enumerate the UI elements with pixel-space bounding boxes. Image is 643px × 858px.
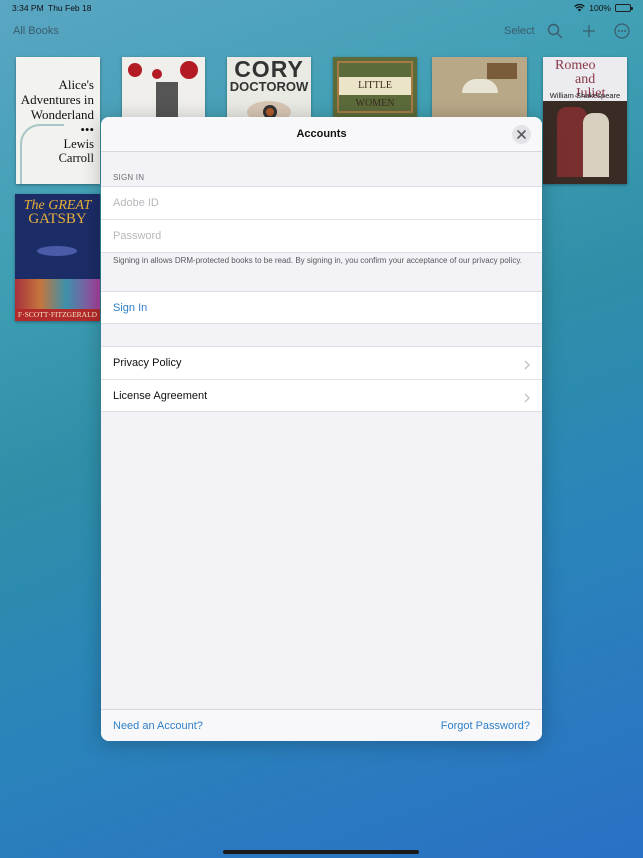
nav-bar: All Books Select: [0, 16, 643, 46]
chevron-right-icon: [524, 390, 530, 408]
modal-footer: Need an Account? Forgot Password?: [101, 709, 542, 741]
splatter: [180, 61, 198, 79]
need-account-link[interactable]: Need an Account?: [113, 720, 203, 732]
book-little-women[interactable]: LITTLE WOMEN: [333, 57, 417, 117]
book-alice-in-wonderland[interactable]: Alice's Adventures in Wonderland ••• Lew…: [16, 57, 100, 184]
book-title: CORY: [234, 57, 304, 82]
status-date: Thu Feb 18: [48, 3, 92, 13]
accounts-modal: Accounts SIGN IN Signing in allows DRM-p…: [101, 117, 542, 741]
license-agreement-row[interactable]: License Agreement: [101, 379, 542, 411]
close-button[interactable]: [512, 125, 531, 144]
nav-title[interactable]: All Books: [13, 25, 59, 37]
book-red-cover[interactable]: [122, 57, 205, 117]
house-illustration: [487, 63, 517, 79]
sign-in-fields: [101, 186, 542, 253]
home-indicator[interactable]: [223, 850, 419, 854]
legal-list: Privacy Policy License Agreement: [101, 346, 542, 412]
book-great-gatsby[interactable]: The GREAT GATSBY F·SCOTT·FITZGERALD: [15, 194, 100, 321]
figure-illustration: [583, 113, 609, 177]
select-button[interactable]: Select: [504, 25, 535, 37]
pupil-illustration: [263, 105, 277, 117]
sign-in-button[interactable]: Sign In: [101, 291, 542, 324]
city-illustration: [15, 279, 100, 309]
plus-icon[interactable]: [580, 22, 598, 40]
book-parasol-cover[interactable]: [432, 57, 527, 117]
book-romeo-and-juliet[interactable]: Romeo and Juliet William Shakespeare: [543, 57, 627, 184]
book-title: LITTLE WOMEN: [339, 77, 411, 109]
wifi-icon: [574, 4, 586, 12]
modal-header: Accounts: [101, 117, 542, 152]
modal-title: Accounts: [296, 128, 347, 140]
privacy-policy-row[interactable]: Privacy Policy: [101, 347, 542, 379]
section-label-sign-in: SIGN IN: [113, 173, 145, 182]
tower-illustration: [156, 82, 178, 117]
eyes-illustration: [37, 246, 77, 256]
splatter: [128, 63, 142, 77]
book-author: William Shakespeare: [549, 91, 621, 100]
license-agreement-label: License Agreement: [113, 390, 208, 402]
privacy-policy-label: Privacy Policy: [113, 357, 182, 369]
book-author: Lewis Carroll: [58, 137, 94, 165]
parasol-illustration: [462, 79, 498, 93]
book-subtitle: DOCTOROW: [229, 79, 309, 94]
sign-in-label: Sign In: [113, 302, 148, 314]
book-subtitle: GATSBY: [28, 211, 87, 227]
status-bar: 3:34 PM Thu Feb 18 100%: [0, 0, 643, 16]
battery-percent: 100%: [589, 3, 611, 13]
more-icon[interactable]: [613, 22, 631, 40]
book-author: F·SCOTT·FITZGERALD: [15, 309, 100, 321]
battery-icon: [615, 4, 633, 12]
close-icon: [517, 126, 526, 144]
password-input[interactable]: [101, 220, 542, 252]
forgot-password-link[interactable]: Forgot Password?: [441, 720, 530, 732]
book-cory-doctorow[interactable]: CORY DOCTOROW: [227, 57, 311, 117]
splatter: [152, 69, 162, 79]
book-title: Romeo: [555, 58, 596, 73]
book-title: Alice's Adventures in Wonderland •••: [20, 77, 94, 137]
status-right: 100%: [574, 3, 633, 13]
adobe-id-input[interactable]: [101, 187, 542, 219]
search-icon[interactable]: [546, 22, 564, 40]
status-time: 3:34 PM: [12, 3, 44, 13]
chevron-right-icon: [524, 357, 530, 375]
sign-in-footnote: Signing in allows DRM-protected books to…: [113, 256, 522, 265]
